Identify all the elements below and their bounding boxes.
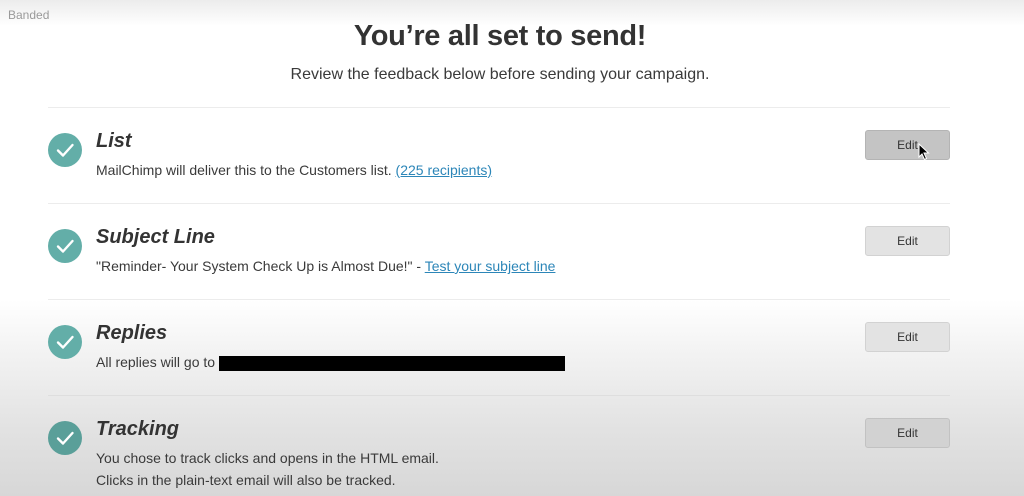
section-list: List MailChimp will deliver this to the … bbox=[48, 108, 950, 204]
check-icon bbox=[48, 229, 82, 263]
page-subtitle: Review the feedback below before sending… bbox=[290, 66, 710, 83]
tracking-text-line1: You chose to track clicks and opens in t… bbox=[96, 450, 439, 466]
edit-subject-button[interactable]: Edit bbox=[865, 226, 950, 256]
check-icon bbox=[48, 421, 82, 455]
check-icon bbox=[48, 325, 82, 359]
edit-list-button[interactable]: Edit bbox=[865, 130, 950, 160]
replies-text: All replies will go to bbox=[96, 354, 216, 370]
section-title: Tracking bbox=[96, 418, 179, 440]
section-title: Replies bbox=[96, 322, 168, 344]
redacted-email bbox=[219, 355, 566, 371]
list-text: MailChimp will deliver this to the Custo… bbox=[96, 162, 392, 178]
check-icon bbox=[48, 133, 82, 167]
tracking-text-line2: Clicks in the plain-text email will also… bbox=[96, 472, 396, 488]
recipients-link[interactable]: (225 recipients) bbox=[396, 162, 493, 178]
section-title: List bbox=[96, 130, 132, 152]
section-tracking: Tracking You chose to track clicks and o… bbox=[48, 396, 950, 492]
subject-text: "Reminder- Your System Check Up is Almos… bbox=[96, 258, 422, 274]
mouse-pointer-icon bbox=[918, 142, 930, 166]
section-description: MailChimp will deliver this to the Custo… bbox=[96, 162, 492, 178]
section-description: "Reminder- Your System Check Up is Almos… bbox=[96, 258, 555, 274]
section-description: All replies will go to bbox=[96, 354, 566, 371]
page-title: You’re all set to send! bbox=[353, 20, 647, 52]
section-replies: Replies All replies will go to Edit bbox=[48, 300, 950, 396]
section-subject-line: Subject Line "Reminder- Your System Chec… bbox=[48, 204, 950, 300]
edit-replies-button[interactable]: Edit bbox=[865, 322, 950, 352]
edit-tracking-button[interactable]: Edit bbox=[865, 418, 950, 448]
section-title: Subject Line bbox=[96, 226, 215, 248]
test-subject-link[interactable]: Test your subject line bbox=[425, 258, 556, 274]
